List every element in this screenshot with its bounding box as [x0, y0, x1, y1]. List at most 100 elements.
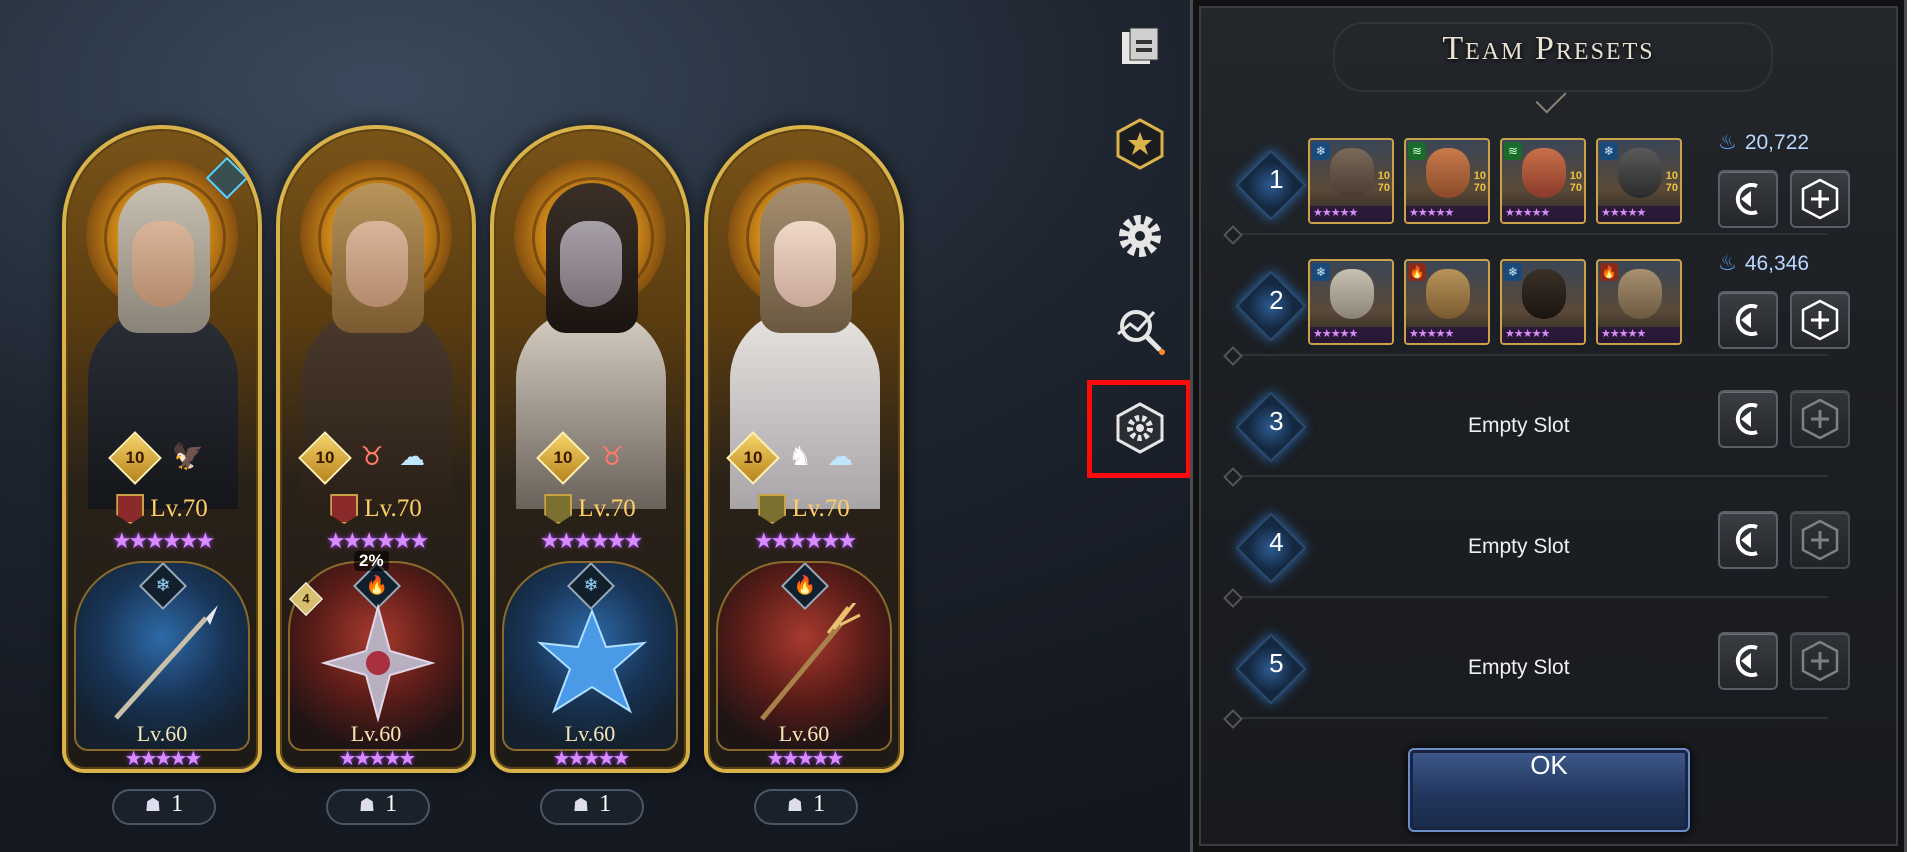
class-icon: [758, 494, 787, 524]
hero-count-pill: ☗ 1: [754, 789, 858, 825]
empty-slot-label: Empty Slot: [1468, 535, 1570, 558]
hero-stars: ★★★★★: [1310, 206, 1392, 222]
panel-title: Team Presets: [1442, 30, 1655, 67]
hero-card[interactable]: 10 ♞ ☁ Lv.70 ★★★★★★ 🔥 Lv.60 ★★★★★: [704, 125, 904, 773]
hero-level-row: Lv.70: [280, 494, 472, 524]
preset-number: 4: [1235, 512, 1307, 584]
plus-icon: [1801, 299, 1839, 341]
hero-stars: ★★★★★: [1502, 206, 1584, 222]
hero-stars: ★★★★★★: [539, 529, 643, 554]
class-icon: [544, 494, 573, 524]
load-preset-button[interactable]: [1718, 170, 1778, 228]
hero-card[interactable]: 10 ♉ ☁ Lv.70 ★★★★★★ 2% 4 🔥 Lv.60 ★★★★★: [276, 125, 476, 773]
knight-helmet-icon[interactable]: [1110, 18, 1170, 78]
team-power: ♨ 46,346: [1718, 252, 1810, 275]
crew-icon: ☗: [144, 795, 162, 815]
weapon-stars: ★★★★★: [124, 746, 203, 770]
plus-icon: [1801, 640, 1839, 682]
weapon-level: Lv.60: [778, 721, 830, 746]
hero-level-small: 10 70: [1473, 170, 1486, 194]
power-analysis-icon[interactable]: [1110, 300, 1170, 360]
load-preset-button[interactable]: [1718, 632, 1778, 690]
hero-card[interactable]: 10 ♉ Lv.70 ★★★★★★ ❄ Lv.60 ★★★★★: [490, 125, 690, 773]
ice-element-icon: ❄: [1312, 142, 1330, 160]
row-divider: [1228, 596, 1828, 598]
hero-stars: ★★★★★: [1406, 327, 1488, 343]
hero-card[interactable]: 10 🦅 Lv.70 ★★★★★★ ❄ Lv.60 ★★★★★: [62, 125, 262, 773]
crew-icon: ☗: [358, 795, 376, 815]
preset-number: 5: [1235, 633, 1307, 705]
hero-level-small: 10 70: [1569, 170, 1582, 194]
plus-icon: [1801, 519, 1839, 561]
weapon-stars: ★★★★★: [552, 746, 631, 770]
ice-element-icon: ❄: [1312, 263, 1330, 281]
team-presets-panel: Team Presets 1 ❄ 10 70 ★★★★★ ≋ 10 70 ★★★★★…: [1190, 0, 1907, 852]
preset-row-2: 2 ❄ ★★★★★ 🔥 ★★★★★ ❄ ★★★★★ 🔥 ★★★★★ ♨ 46,3…: [1228, 251, 1878, 361]
fire-element-icon: 🔥: [1600, 263, 1618, 281]
save-preset-button[interactable]: [1790, 632, 1850, 690]
save-preset-button[interactable]: [1790, 170, 1850, 228]
hero-level: Lv.70: [792, 495, 850, 522]
hero-level: Lv.70: [150, 495, 208, 522]
hero-level: Lv.70: [364, 495, 422, 522]
weapon-level: Lv.60: [564, 721, 616, 746]
hero-level-row: Lv.70: [494, 494, 686, 524]
star-badge-icon[interactable]: [1110, 114, 1170, 174]
hero-thumbnail[interactable]: ❄ ★★★★★: [1500, 259, 1586, 345]
hero-thumbnail[interactable]: ❄ 10 70 ★★★★★: [1308, 138, 1394, 224]
weapon-stars: ★★★★★: [766, 746, 845, 770]
hero-stars: ★★★★★: [1598, 327, 1680, 343]
power-flame-icon: ♨: [1718, 252, 1737, 275]
hero-thumbnail[interactable]: ❄ ★★★★★: [1308, 259, 1394, 345]
load-icon: [1735, 524, 1758, 556]
row-divider: [1228, 354, 1828, 356]
empty-slot-label: Empty Slot: [1468, 656, 1570, 679]
hero-stars: ★★★★★★: [111, 529, 215, 554]
wind-element-icon: ≋: [1408, 142, 1426, 160]
hero-level-row: Lv.70: [66, 494, 258, 524]
hero-thumbnail[interactable]: ≋ 10 70 ★★★★★: [1404, 138, 1490, 224]
hero-thumbnail[interactable]: ≋ 10 70 ★★★★★: [1500, 138, 1586, 224]
hero-stars: ★★★★★: [1502, 327, 1584, 343]
rain-cloud-icon: ☁: [827, 442, 853, 472]
save-preset-button[interactable]: [1790, 390, 1850, 448]
wind-spirit-icon: 🦅: [171, 442, 205, 472]
load-preset-button[interactable]: [1718, 291, 1778, 349]
preset-row-1: 1 ❄ 10 70 ★★★★★ ≋ 10 70 ★★★★★ ≋ 10 70 ★★★★★: [1228, 130, 1878, 240]
empty-slot-label: Empty Slot: [1468, 414, 1570, 437]
hero-stars: ★★★★★: [1406, 206, 1488, 222]
unicorn-spirit-icon: ♞: [788, 442, 812, 472]
preset-number: 1: [1235, 149, 1307, 221]
load-preset-button[interactable]: [1718, 511, 1778, 569]
hero-thumbnail[interactable]: 🔥 ★★★★★: [1404, 259, 1490, 345]
gear-icon[interactable]: [1110, 206, 1170, 266]
highlight-box: [1087, 380, 1191, 478]
preset-number: 2: [1235, 270, 1307, 342]
weapon-stars: ★★★★★: [338, 746, 417, 770]
crew-icon: ☗: [786, 795, 804, 815]
save-preset-button[interactable]: [1790, 291, 1850, 349]
save-preset-button[interactable]: [1790, 511, 1850, 569]
row-divider: [1228, 475, 1828, 477]
spear-icon: [114, 605, 218, 720]
load-preset-button[interactable]: [1718, 390, 1778, 448]
load-icon: [1735, 403, 1758, 435]
hero-count-pill: ☗ 1: [540, 789, 644, 825]
bull-spirit-icon: ♉: [360, 442, 384, 472]
ok-button[interactable]: OK: [1408, 748, 1690, 832]
ice-element-icon: ❄: [1600, 142, 1618, 160]
hero-stars: ★★★★★: [1598, 206, 1680, 222]
bull-spirit-icon: ♉: [600, 442, 624, 472]
hero-thumbnail[interactable]: 🔥 ★★★★★: [1596, 259, 1682, 345]
load-icon: [1735, 645, 1758, 677]
load-icon: [1735, 183, 1758, 215]
staff-icon: [760, 603, 861, 721]
class-icon: [330, 494, 359, 524]
power-flame-icon: ♨: [1718, 131, 1737, 154]
hero-level: Lv.70: [578, 495, 636, 522]
hero-level-row: Lv.70: [708, 494, 900, 524]
preset-number: 3: [1235, 391, 1307, 463]
hero-thumbnail[interactable]: ❄ 10 70 ★★★★★: [1596, 138, 1682, 224]
preset-row-4: 4 Empty Slot: [1228, 493, 1878, 603]
weapon-progress-percent: 2%: [354, 551, 389, 571]
